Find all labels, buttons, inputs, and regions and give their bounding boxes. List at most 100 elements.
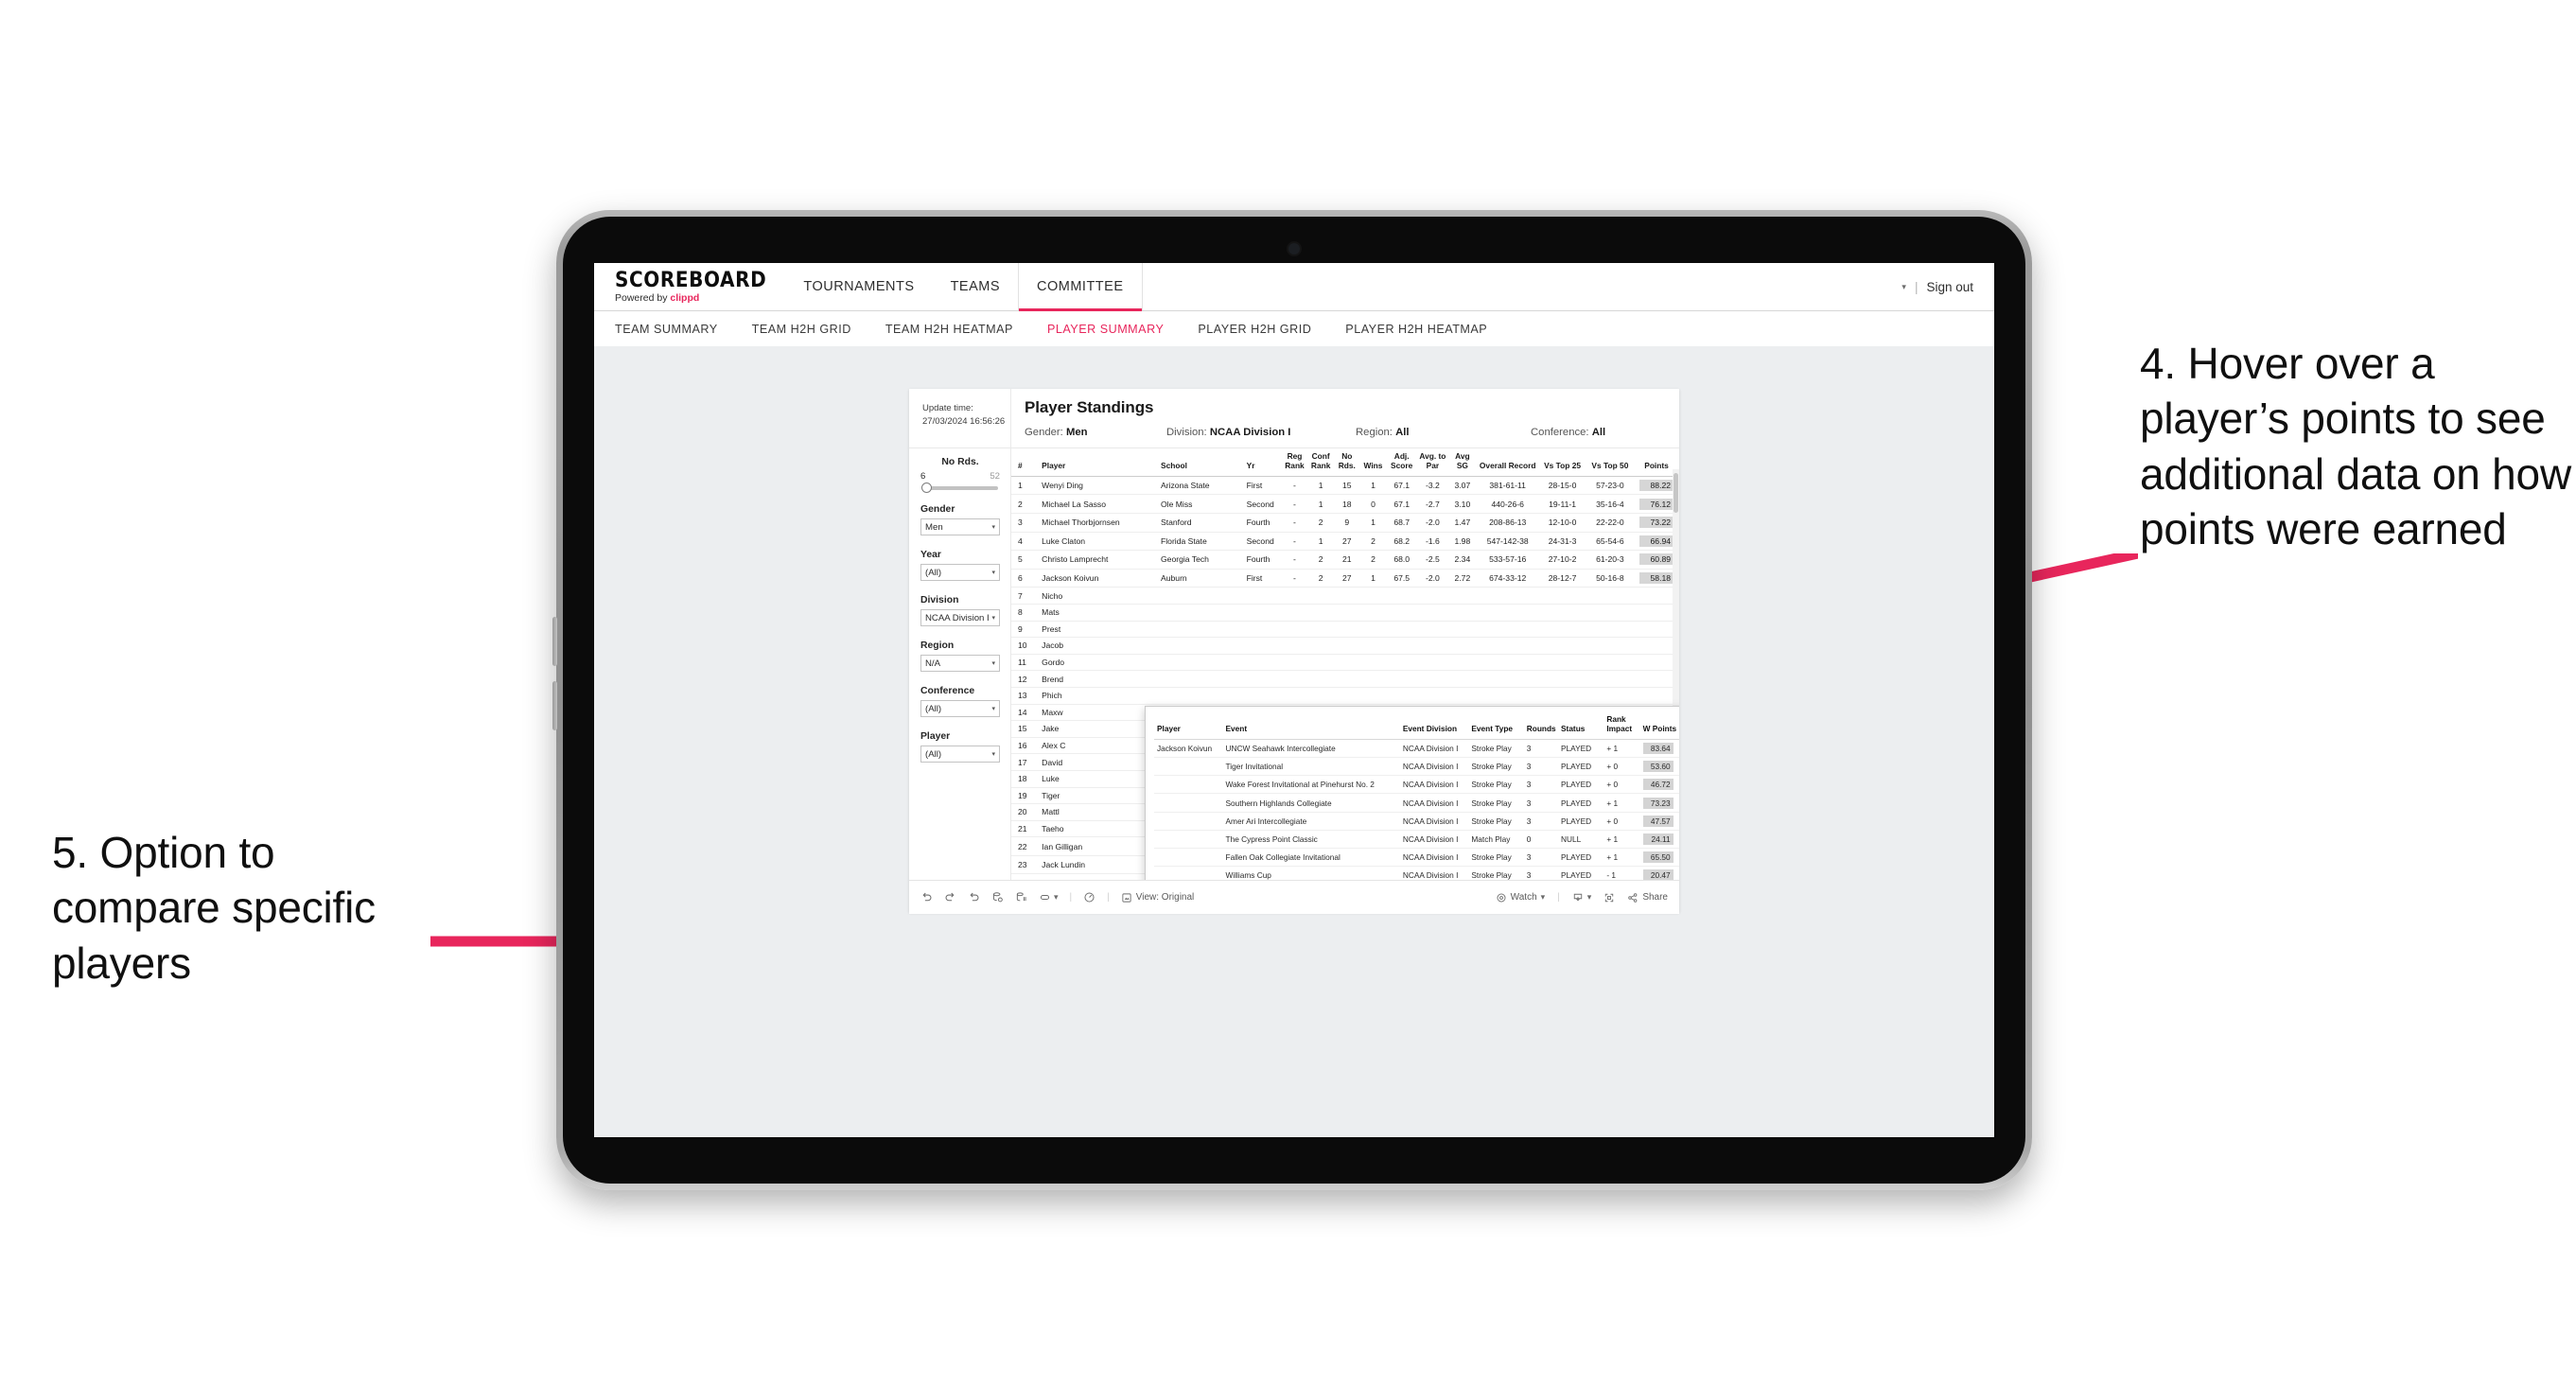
col-yr[interactable]: Yr <box>1239 448 1282 477</box>
tt-rounds: 3 <box>1523 812 1559 831</box>
scrollbar-thumb[interactable] <box>1674 473 1678 513</box>
revert-icon[interactable] <box>968 891 980 904</box>
tt-status: PLAYED <box>1558 793 1604 813</box>
nav-tab-tournaments[interactable]: TOURNAMENTS <box>785 263 932 310</box>
col-reg-rank[interactable]: Reg Rank <box>1281 448 1308 477</box>
player-select[interactable]: (All) ▾ <box>920 746 1000 763</box>
year-select[interactable]: (All) ▾ <box>920 564 1000 581</box>
col-player[interactable]: Player <box>1035 448 1154 477</box>
table-row[interactable]: 9 Prest <box>1011 621 1679 639</box>
table-row[interactable]: 5 Christo Lamprecht Georgia Tech Fourth -2 21… <box>1011 550 1679 570</box>
col-school[interactable]: School <box>1154 448 1240 477</box>
cell-player: Jackson Koivun <box>1035 569 1154 588</box>
col-vs-top-50[interactable]: Vs Top 50 <box>1586 448 1635 477</box>
pan-icon <box>1040 894 1050 901</box>
tt-player-blank <box>1154 848 1223 868</box>
table-row[interactable]: 11 Gordo <box>1011 654 1679 672</box>
col-avg-sg[interactable]: Avg SG <box>1447 448 1477 477</box>
table-row[interactable]: 6 Jackson Koivun Auburn First -2 27 1 67.5 -2.0 2… <box>1011 569 1679 588</box>
table-row[interactable]: 3 Michael Thorbjornsen Stanford Fourth -2 9 1 6… <box>1011 513 1679 533</box>
share-button[interactable]: Share <box>1627 892 1668 904</box>
col-wins[interactable]: Wins <box>1359 448 1387 477</box>
account-chevron-down-icon[interactable]: ▾ <box>1901 282 1906 292</box>
cell-player: Michael La Sasso <box>1035 494 1154 514</box>
tt-type: Stroke Play <box>1468 848 1524 868</box>
table-row[interactable]: 7 Nicho <box>1011 587 1679 605</box>
watch-icon <box>1497 892 1506 903</box>
filter-player: Player (All) ▾ <box>920 731 1000 763</box>
col-vs-top-25[interactable]: Vs Top 25 <box>1538 448 1586 477</box>
tooltip-row: Tiger Invitational NCAA Division I Stroke … <box>1154 757 1679 777</box>
sub-tab-player-h2h-heatmap[interactable]: PLAYER H2H HEATMAP <box>1345 323 1508 336</box>
cell-player: Jake <box>1035 720 1154 738</box>
watch-button[interactable]: Watch ▾ <box>1496 892 1546 904</box>
table-row[interactable]: 13 Phich <box>1011 687 1679 705</box>
chevron-down-icon: ▾ <box>1540 892 1546 902</box>
redo-icon[interactable] <box>944 891 956 904</box>
tt-impact: - 1 <box>1603 866 1640 880</box>
pause-auto-update-icon[interactable] <box>1015 891 1027 904</box>
sub-tab-team-h2h-grid[interactable]: TEAM H2H GRID <box>752 323 872 336</box>
brand-logo[interactable]: SCOREBOARD Powered by clippd <box>594 263 785 310</box>
col-rank[interactable]: # <box>1011 448 1036 477</box>
nav-tab-teams[interactable]: TEAMS <box>933 263 1018 310</box>
cell-rds: 27 <box>1333 569 1360 588</box>
cell-player: Ian Gilligan <box>1035 836 1154 856</box>
show-me-icon[interactable] <box>1083 891 1095 904</box>
primary-nav: TOURNAMENTS TEAMS COMMITTEE <box>785 263 1143 311</box>
col-no-rds[interactable]: No Rds. <box>1333 448 1360 477</box>
cell-record: 547-142-38 <box>1476 532 1539 552</box>
cell-player: Jack Lundin <box>1035 855 1154 875</box>
cell-obscured <box>1154 687 1679 705</box>
refresh-data-icon[interactable] <box>991 891 1004 904</box>
pan-mode-control[interactable]: ▾ <box>1039 891 1059 904</box>
division-select-value: NCAA Division I <box>925 612 990 623</box>
cell-player: Phich <box>1035 687 1154 705</box>
table-row[interactable]: 2 Michael La Sasso Ole Miss Second -1 18 0 67.1… <box>1011 494 1679 514</box>
undo-icon[interactable] <box>920 891 933 904</box>
cell-wins: 1 <box>1359 476 1387 496</box>
sub-tab-player-summary[interactable]: PLAYER SUMMARY <box>1047 323 1184 336</box>
filter-value: Men <box>1065 427 1088 438</box>
view-original-button[interactable]: View: Original <box>1121 892 1194 904</box>
table-row[interactable]: 8 Mats <box>1011 604 1679 622</box>
tooltip-row: The Cypress Point Classic NCAA Division I… <box>1154 830 1679 850</box>
table-row[interactable]: 10 Jacob <box>1011 637 1679 655</box>
tooltip-row: Wake Forest Invitational at Pinehurst No… <box>1154 775 1679 795</box>
division-select[interactable]: NCAA Division I ▾ <box>920 609 1000 626</box>
fullscreen-icon[interactable] <box>1603 892 1615 904</box>
cell-sg: 3.07 <box>1447 476 1477 496</box>
table-row[interactable]: 1 Wenyi Ding Arizona State First -1 15 1 67.1 -3… <box>1011 476 1679 496</box>
rounds-slider[interactable] <box>921 482 998 493</box>
sub-tab-player-h2h-grid[interactable]: PLAYER H2H GRID <box>1198 323 1332 336</box>
col-overall-record[interactable]: Overall Record <box>1476 448 1539 477</box>
col-avg-to-par[interactable]: Avg. to Par <box>1417 448 1448 477</box>
cell-player: Mattl <box>1035 803 1154 821</box>
col-adj-score[interactable]: Adj. Score <box>1386 448 1418 477</box>
rounds-slider-handle[interactable] <box>921 482 932 493</box>
gender-select[interactable]: Men ▾ <box>920 518 1000 535</box>
conference-select[interactable]: (All) ▾ <box>920 700 1000 717</box>
cell-yr: First <box>1239 569 1282 588</box>
region-select[interactable]: N/A ▾ <box>920 655 1000 672</box>
tt-status: PLAYED <box>1558 775 1604 795</box>
table-row[interactable]: 4 Luke Claton Florida State Second -1 27 2 68.2… <box>1011 532 1679 552</box>
download-button[interactable]: ▾ <box>1572 892 1591 904</box>
tt-wpoints: 24.11 <box>1642 833 1674 845</box>
sign-out-link[interactable]: Sign out <box>1926 280 1973 294</box>
download-icon <box>1573 893 1582 901</box>
cell-record: 440-26-6 <box>1476 494 1539 514</box>
sub-tab-team-summary[interactable]: TEAM SUMMARY <box>615 323 739 336</box>
cell-t50: 57-23-0 <box>1586 476 1635 496</box>
tablet-volume-up-button[interactable] <box>552 617 557 666</box>
chevron-down-icon: ▾ <box>991 524 995 531</box>
cell-player: Alex C <box>1035 737 1154 755</box>
cell-rank: 15 <box>1011 720 1036 738</box>
table-row[interactable]: 12 Brend <box>1011 670 1679 688</box>
cell-adj: 68.7 <box>1386 513 1418 533</box>
tablet-volume-down-button[interactable] <box>552 681 557 730</box>
nav-tab-committee[interactable]: COMMITTEE <box>1018 263 1143 311</box>
col-conf-rank[interactable]: Conf Rank <box>1307 448 1334 477</box>
sub-tab-team-h2h-heatmap[interactable]: TEAM H2H HEATMAP <box>885 323 1034 336</box>
cell-rank: 20 <box>1011 803 1036 821</box>
